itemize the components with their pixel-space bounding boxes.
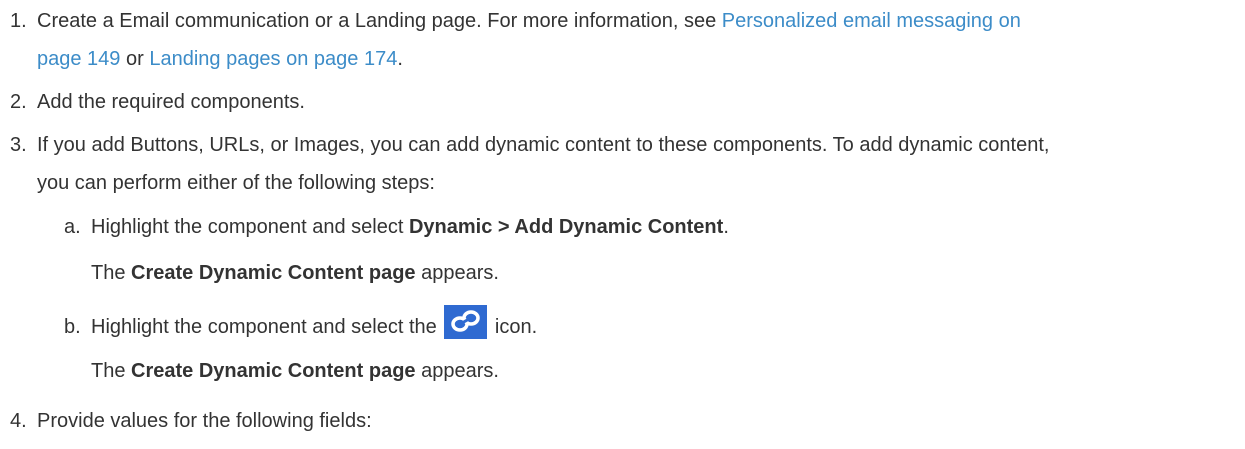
- step-3-continuation: you can perform either of the following …: [10, 165, 1235, 201]
- step-1-continuation: page 149 or Landing pages on page 174.: [10, 41, 1235, 77]
- link-landing-pages[interactable]: Landing pages on page 174: [149, 48, 397, 70]
- substep-text-end: icon.: [489, 316, 538, 338]
- step-text: If you add Buttons, URLs, or Images, you…: [37, 134, 1050, 156]
- result-text-end: appears.: [415, 262, 499, 284]
- step-number: 2.: [10, 91, 27, 113]
- step-number: 3.: [10, 134, 27, 156]
- substep-number: b.: [64, 316, 81, 338]
- link-personalized-email-messaging[interactable]: Personalized email messaging on: [722, 10, 1021, 32]
- result-text-end: appears.: [415, 360, 499, 382]
- step-text: Create a Email communication or a Landin…: [37, 10, 722, 32]
- page-name: Create Dynamic Content page: [131, 360, 416, 382]
- step-3: 3. If you add Buttons, URLs, or Images, y…: [10, 127, 1235, 163]
- substep-b: b. Highlight the component and select the…: [64, 305, 537, 345]
- step-4: 4. Provide values for the following field…: [10, 403, 1235, 439]
- result-text: The: [91, 262, 132, 284]
- substep-b-result: The Create Dynamic Content page appears.: [91, 353, 499, 389]
- step-number: 4.: [10, 410, 27, 432]
- substep-text-end: .: [723, 216, 729, 238]
- result-text: The: [91, 360, 132, 382]
- step-number: 1.: [10, 10, 27, 32]
- substep-a-result: The Create Dynamic Content page appears.: [91, 255, 499, 291]
- substep-number: a.: [64, 216, 81, 238]
- link-personalized-email-messaging-page[interactable]: page 149: [37, 48, 120, 70]
- step-2: 2. Add the required components.: [10, 84, 1235, 120]
- step-1: 1. Create a Email communication or a Land…: [10, 3, 1235, 39]
- step-text: you can perform either of the following …: [37, 172, 435, 194]
- step-text-or: or: [120, 48, 150, 70]
- dynamic-content-link-icon: [444, 305, 488, 339]
- step-text: Provide values for the following fields:: [37, 410, 372, 432]
- substep-text: Highlight the component and select: [91, 216, 409, 238]
- menu-path: Dynamic > Add Dynamic Content: [408, 216, 724, 238]
- step-text-end: .: [397, 48, 403, 70]
- substep-a: a. Highlight the component and select Dyn…: [64, 209, 729, 245]
- step-text: Add the required components.: [37, 91, 305, 113]
- document-body: 1. Create a Email communication or a Land…: [0, 0, 1245, 449]
- page-name: Create Dynamic Content page: [131, 262, 416, 284]
- substep-text: Highlight the component and select the: [91, 316, 443, 338]
